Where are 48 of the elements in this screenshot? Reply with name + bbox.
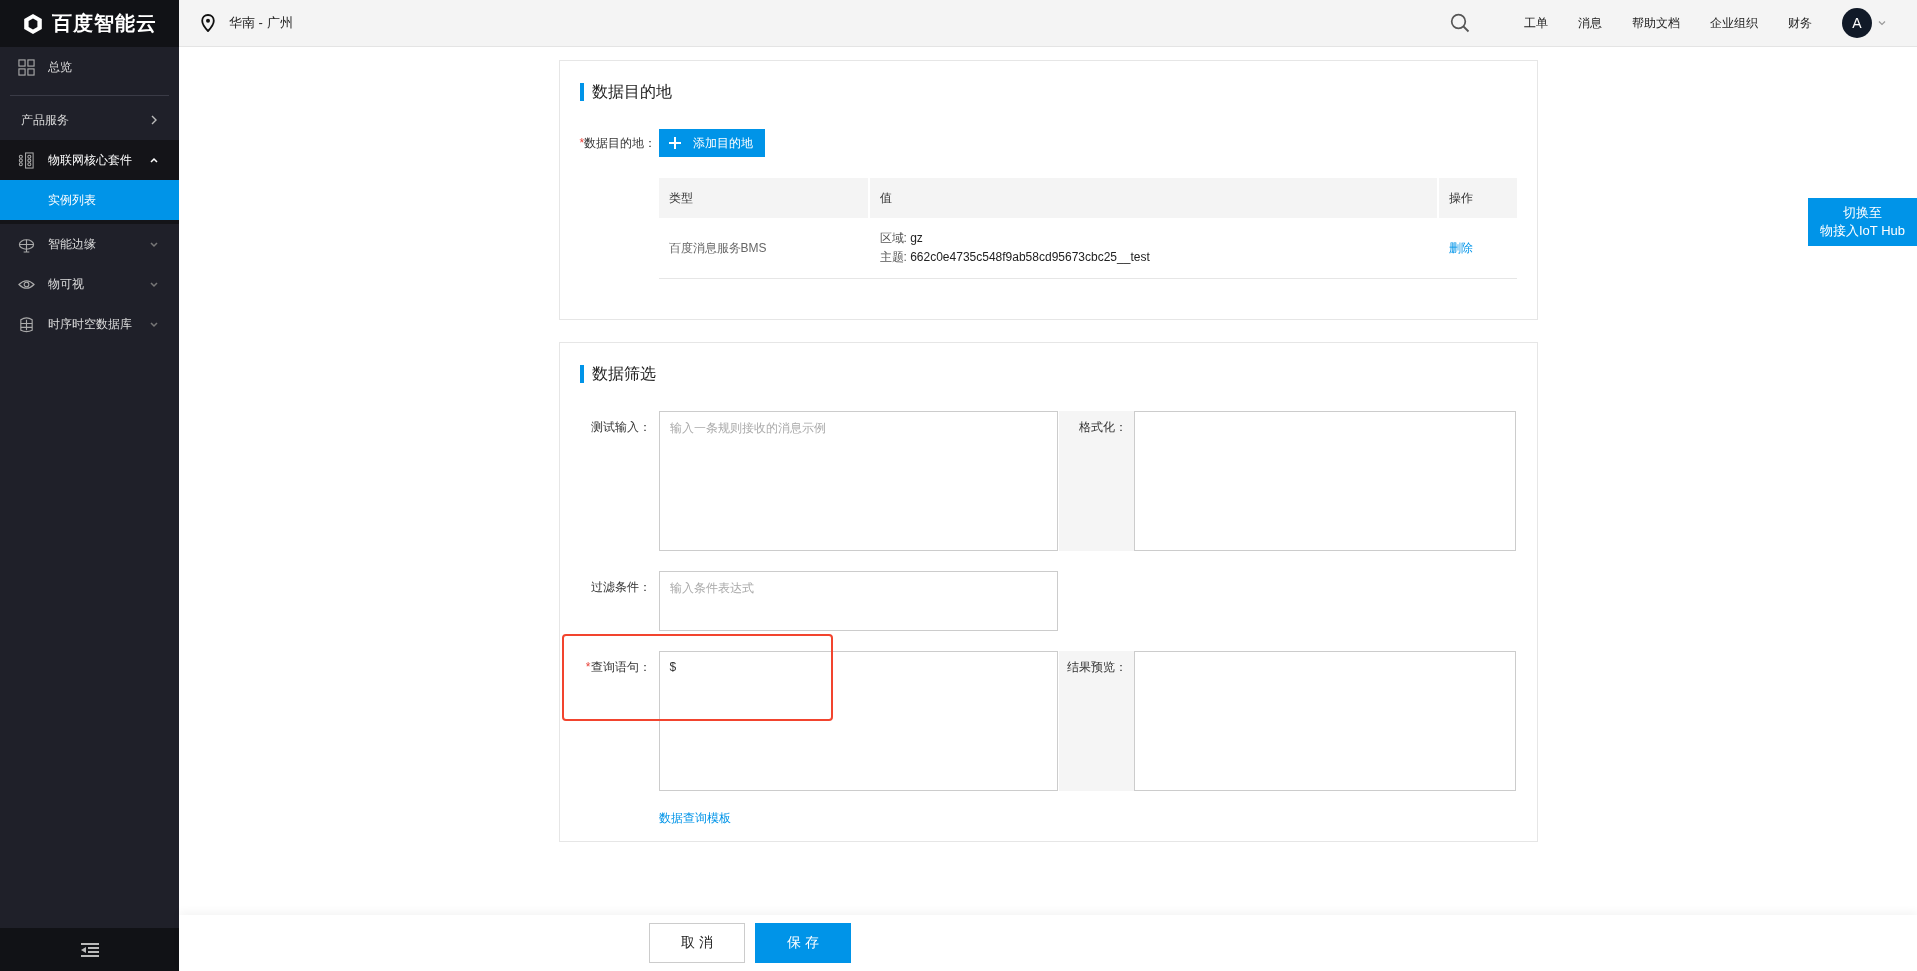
chevron-down-icon (149, 239, 159, 249)
sidebar-item[interactable]: 物可视 (0, 264, 179, 304)
nav-link[interactable]: 消息 (1578, 14, 1602, 32)
avatar[interactable]: A (1842, 8, 1872, 38)
table-header-cell-text: 操作 (1447, 189, 1474, 207)
table-header-cell: 值 (869, 178, 1439, 218)
chevron-down-icon (149, 279, 159, 289)
logo-icon (22, 12, 44, 35)
table-header-cell: 类型 (658, 178, 870, 218)
field-label: 过滤条件： (589, 579, 651, 596)
sidebar-item[interactable]: 产品服务 (0, 100, 179, 140)
nodes-icon (18, 151, 35, 169)
nav-link[interactable]: 企业组织 (1710, 14, 1758, 32)
nav-link[interactable]: 工单 (1524, 14, 1548, 32)
grid-icon (18, 58, 35, 76)
sidebar-item[interactable]: 总览 (0, 47, 179, 87)
chevron-right-icon (149, 115, 159, 125)
chevron-down-icon (149, 319, 159, 329)
field-label: 结果预览： (1058, 651, 1134, 791)
field-label: *查询语句： (584, 659, 651, 676)
chevron-up-icon (149, 155, 159, 165)
location-pin-icon (201, 14, 215, 32)
section-title: 数据目的地 (579, 83, 1517, 101)
nav-link[interactable]: 财务 (1788, 14, 1812, 32)
text-area[interactable] (1133, 651, 1516, 791)
search-icon[interactable] (1450, 13, 1470, 33)
table-cell-text: 百度消息服务BMS (667, 239, 768, 257)
region-selector[interactable]: 华南 - 广州 (229, 14, 293, 32)
sidebar-item[interactable]: 时序时空数据库 (0, 304, 179, 344)
brand-name: 百度智能云 (52, 11, 157, 36)
field-label: 格式化： (1058, 411, 1134, 551)
field-label: 测试输入： (589, 419, 651, 436)
chevron-down-icon[interactable] (1877, 18, 1887, 28)
text-area[interactable]: 输入条件表达式 (658, 571, 1058, 631)
text-area[interactable]: 输入一条规则接收的消息示例 (658, 411, 1058, 551)
table-cell-text: 主题: 662c0e4735c548f9ab58cd95673cbc25__test (879, 249, 1150, 266)
collapse-icon[interactable] (80, 942, 99, 957)
database-icon (18, 315, 35, 333)
table-cell-text: 区域: gz (879, 230, 923, 247)
nav-link[interactable]: 帮助文档 (1632, 14, 1680, 32)
sidebar-item[interactable]: 智能边缘 (0, 224, 179, 264)
section-title: 数据筛选 (579, 365, 1517, 383)
text-area[interactable] (1133, 411, 1516, 551)
text-area[interactable]: $ (658, 651, 1058, 791)
cancel-button[interactable]: 取 消 (649, 923, 745, 963)
field-label: *数据目的地： (579, 134, 651, 152)
plus-icon (668, 137, 681, 149)
sidebar-item[interactable]: 物联网核心套件 (0, 140, 179, 180)
